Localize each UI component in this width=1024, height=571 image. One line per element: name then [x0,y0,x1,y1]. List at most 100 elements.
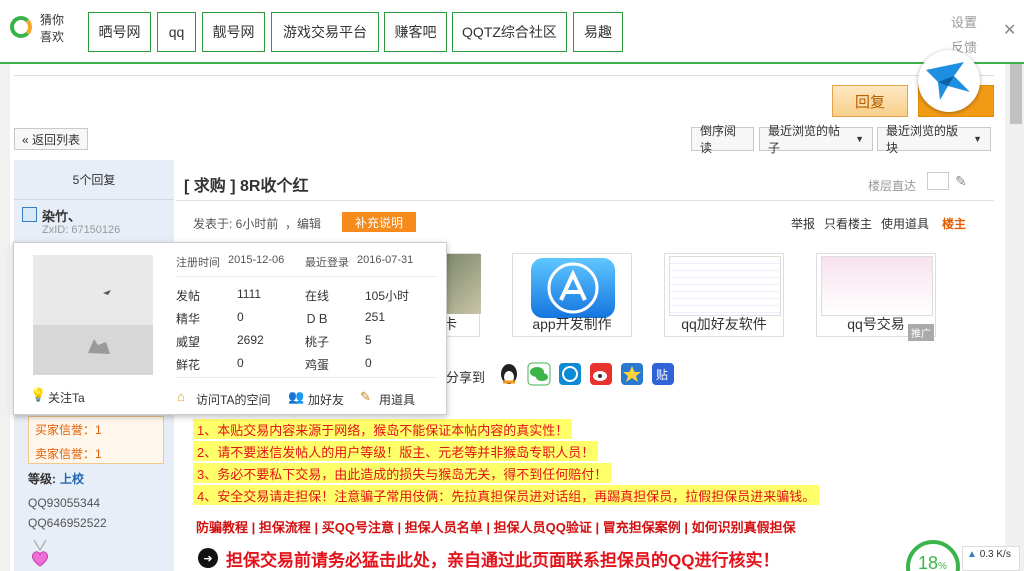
stat-value: 251 [365,310,386,324]
stat-label: 在线 [305,289,330,303]
author-name[interactable]: 染竹、 [42,206,81,225]
guarantee-warning-link[interactable]: 担保交易前请务必猛击此处，亲自通过此页面联系担保员的QQ进行核实！ [226,546,779,571]
ad-card[interactable]: app开发制作 [512,253,632,337]
author-zxid: ZxID: 67150126 [42,224,121,236]
wechat-icon[interactable] [527,362,551,386]
recent-posts-dropdown[interactable]: 最近浏览的帖子 ▼ [759,124,873,155]
reply-button[interactable]: 回复 [832,85,908,117]
notice-line: 4、安全交易请走担保！注意骗子常用伎俩：先拉真担保员进对话组，再踢真担保员，拉假… [193,485,820,505]
divider [176,276,438,277]
avatar[interactable] [33,255,153,375]
tool-icon: ✎ [360,389,371,404]
star-icon[interactable] [620,362,644,386]
heart-medal-icon [30,539,50,568]
reverse-read-button[interactable]: 倒序阅读 [691,124,754,155]
post-time: 发表于: 6小时前 [193,217,279,231]
tieba-icon[interactable]: 贴 [651,362,675,386]
last-login-value: 2016-07-31 [357,254,414,266]
wrench-icon[interactable]: ✎ [955,173,967,190]
author-only-link[interactable]: 只看楼主 [824,215,872,232]
stat-label: 桃子 [305,335,330,349]
chip-zhuanke[interactable]: 赚客吧 [384,12,447,52]
recent-boards-dropdown[interactable]: 最近浏览的版块 ▼ [877,124,991,155]
ad-badge: 推广 [908,324,934,341]
upload-rate: 0.3 K/s [979,549,1011,560]
use-tools-link[interactable]: 使用道具 [881,215,929,232]
stat-value: 1111 [237,287,262,301]
use-tool-link[interactable]: 用道具 [379,391,415,408]
stat-label: 威望 [176,335,201,349]
chip-qqtz[interactable]: QQTZ综合社区 [452,12,567,52]
floor-label: 楼主 [942,217,967,231]
buyer-credit: 买家信誉：1 [35,423,102,437]
ad-caption: app开发制作 [532,316,612,332]
network-speed: ▲ 0.3 K/s [962,546,1020,571]
weibo-icon[interactable] [589,362,613,386]
guess-logo-icon [10,16,32,38]
stat-label: 发帖 [176,289,201,303]
chevron-down-icon: ▼ [973,134,982,144]
visit-space-link[interactable]: 访问TA的空间 [196,391,270,408]
add-friend-link[interactable]: 加好友 [308,391,344,408]
back-to-list-button[interactable]: « 返回列表 [14,128,88,150]
breadcrumb [14,64,994,76]
home-icon: ⌂ [177,389,185,404]
chevron-down-icon: ▼ [855,134,864,144]
app-bird-icon[interactable] [918,50,980,112]
anti-fraud-links[interactable]: 防骗教程 | 担保流程 | 买QQ号注意 | 担保人员名单 | 担保人员QQ验证… [196,517,796,536]
notice-line: 1、本贴交易内容来源于网络，猴岛不能保证本帖内容的真实性！ [193,419,573,439]
settings-link[interactable]: 设置 [951,12,977,31]
stat-value: 0 [237,310,244,324]
scrollbar-thumb[interactable] [1010,64,1022,124]
add-friend-icon: 👥 [288,389,305,404]
recent-boards-label: 最近浏览的版块 [886,124,959,155]
seller-credit: 卖家信誉：1 [35,447,102,461]
arrow-right-icon: ➜ [198,548,218,568]
chip-game-trade[interactable]: 游戏交易平台 [271,12,379,52]
chip-shaihao[interactable]: 晒号网 [88,12,151,52]
follow-button[interactable]: 关注Ta [48,389,85,406]
stat-label: 鸡蛋 [305,358,330,372]
supplement-button[interactable]: 补充说明 [342,212,416,232]
floor-jump-input[interactable] [927,172,949,190]
level-value[interactable]: 上校 [60,470,84,487]
reg-time-label: 注册时间 [176,257,220,269]
ad-image [669,256,781,316]
chip-yiqu[interactable]: 易趣 [573,12,623,52]
user-icon [22,207,37,222]
bulb-icon: 💡 [30,387,47,402]
chip-qq[interactable]: qq [157,12,196,52]
floor-jump-label: 楼层直达 [868,179,917,193]
last-login-label: 最近登录 [305,257,349,269]
stat-value: 0 [237,356,244,370]
scrollbar[interactable] [1008,64,1024,571]
level-label: 等级: [28,472,56,486]
app-store-icon [531,258,615,318]
stat-value: 105小时 [365,289,410,303]
avatar-image [33,255,153,375]
divider [176,377,438,378]
post-title: [ 求购 ] 8R收个红 [184,178,309,195]
stat-value: 2692 [237,333,264,347]
chip-lianghao[interactable]: 靓号网 [202,12,265,52]
notice-line: 3、务必不要私下交易，由此造成的损失与猴岛无关，得不到任何赔付！ [193,463,612,483]
stat-label: 精华 [176,312,201,326]
reg-time-value: 2015-12-06 [228,254,285,266]
qq-penguin-icon[interactable] [497,362,521,386]
ad-caption: qq加好友软件 [681,316,767,332]
pengyou-icon[interactable] [558,362,582,386]
svg-text:贴: 贴 [656,368,668,382]
report-link[interactable]: 举报 [791,215,815,232]
ad-card[interactable]: qq加好友软件 [664,253,784,337]
edit-link[interactable]: ，编辑 [285,215,321,232]
divider [176,200,994,201]
arrow-up-icon: ▲ [967,549,977,560]
share-label: 分享到 [446,370,486,385]
reply-count: 5个回复 [14,160,174,200]
recent-posts-label: 最近浏览的帖子 [768,124,841,155]
bird-icon [926,62,970,100]
notice-line: 2、请不要迷信发帖人的用户等级！版主、元老等并非猴岛专职人员！ [193,441,599,461]
stat-value: 5 [365,333,372,347]
close-icon[interactable]: ✕ [1003,20,1016,40]
stat-value: 0 [365,356,372,370]
